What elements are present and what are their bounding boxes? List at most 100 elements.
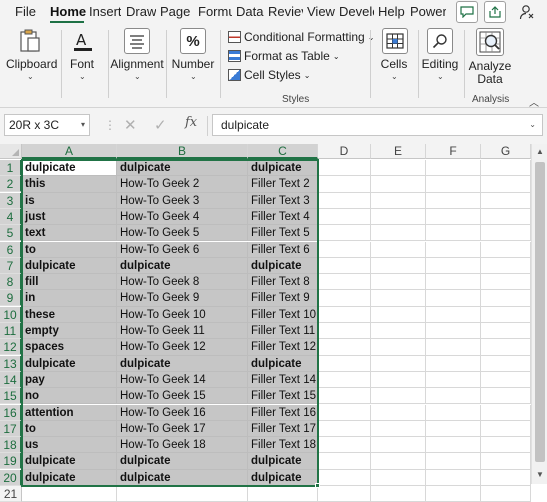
cell-a13[interactable]: dulpicate bbox=[22, 355, 117, 372]
cell-c2[interactable]: Filler Text 2 bbox=[248, 176, 318, 193]
chevron-down-icon[interactable]: ⌄ bbox=[190, 72, 197, 81]
cell-f14[interactable] bbox=[426, 371, 481, 389]
row-header[interactable]: 1 bbox=[0, 160, 22, 176]
cell-f8[interactable] bbox=[426, 274, 481, 291]
cell-f6[interactable] bbox=[426, 241, 481, 258]
tab-draw[interactable]: Draw bbox=[126, 3, 156, 21]
fill-handle[interactable] bbox=[315, 483, 320, 488]
cell-d8[interactable] bbox=[318, 274, 371, 291]
cell-c12[interactable]: Filler Text 12 bbox=[248, 339, 318, 356]
cell-e13[interactable] bbox=[371, 355, 426, 372]
cell-d20[interactable] bbox=[318, 469, 371, 486]
cell-f19[interactable] bbox=[426, 453, 481, 470]
tab-developer[interactable]: Develc bbox=[339, 3, 374, 21]
percent-icon[interactable]: % bbox=[180, 28, 206, 54]
cell-g5[interactable] bbox=[481, 225, 531, 242]
column-header-f[interactable]: F bbox=[426, 144, 481, 159]
row-header[interactable]: 9 bbox=[0, 290, 22, 307]
cell-e11[interactable] bbox=[371, 323, 426, 340]
analyze-data-icon[interactable] bbox=[476, 28, 504, 56]
cell-b15[interactable]: How-To Geek 15 bbox=[117, 388, 248, 405]
row-header[interactable]: 14 bbox=[0, 371, 22, 388]
cell-f16[interactable] bbox=[426, 404, 481, 421]
cell-e2[interactable] bbox=[371, 176, 426, 193]
cell-f20[interactable] bbox=[426, 469, 481, 486]
cell-b3[interactable]: How-To Geek 3 bbox=[117, 192, 248, 209]
row-header[interactable]: 7 bbox=[0, 257, 22, 274]
cell-f1[interactable] bbox=[426, 160, 481, 177]
cell-e19[interactable] bbox=[371, 453, 426, 470]
tab-file[interactable]: File bbox=[15, 3, 41, 21]
number-button[interactable]: Number bbox=[167, 57, 219, 71]
tab-data[interactable]: Data bbox=[236, 3, 264, 21]
cell-c17[interactable]: Filler Text 17 bbox=[248, 420, 318, 438]
cell-a11[interactable]: empty bbox=[22, 323, 117, 340]
cell-d14[interactable] bbox=[318, 371, 371, 389]
cell-d5[interactable] bbox=[318, 225, 371, 242]
cell-c13[interactable]: dulpicate bbox=[248, 355, 318, 372]
cell-b14[interactable]: How-To Geek 14 bbox=[117, 371, 248, 389]
cell-e6[interactable] bbox=[371, 241, 426, 258]
cell-a12[interactable]: spaces bbox=[22, 339, 117, 356]
cell-f11[interactable] bbox=[426, 323, 481, 340]
cell-b4[interactable]: How-To Geek 4 bbox=[117, 208, 248, 226]
cell-g2[interactable] bbox=[481, 176, 531, 193]
cell-e17[interactable] bbox=[371, 420, 426, 438]
vertical-scrollbar[interactable]: ▲ ▼ bbox=[531, 144, 547, 484]
cell-b11[interactable]: How-To Geek 11 bbox=[117, 323, 248, 340]
formula-input[interactable]: dulpicate ⌄ bbox=[212, 114, 543, 136]
cell-f7[interactable] bbox=[426, 257, 481, 275]
tab-power[interactable]: Power bbox=[410, 3, 446, 21]
cell-b16[interactable]: How-To Geek 16 bbox=[117, 404, 248, 421]
cell-g18[interactable] bbox=[481, 437, 531, 454]
cell-c10[interactable]: Filler Text 10 bbox=[248, 306, 318, 323]
cell-g17[interactable] bbox=[481, 420, 531, 438]
row-header[interactable]: 12 bbox=[0, 339, 22, 356]
cell-e9[interactable] bbox=[371, 290, 426, 307]
chevron-down-icon[interactable]: ⌄ bbox=[79, 72, 86, 81]
cell-g9[interactable] bbox=[481, 290, 531, 307]
cell-b6[interactable]: How-To Geek 6 bbox=[117, 241, 248, 258]
cell-e12[interactable] bbox=[371, 339, 426, 356]
cell-g3[interactable] bbox=[481, 192, 531, 209]
name-box[interactable]: 20R x 3C ▾ bbox=[4, 114, 90, 136]
format-as-table-button[interactable]: Format as Table ⌄ bbox=[228, 47, 340, 65]
chevron-down-icon[interactable]: ▾ bbox=[81, 115, 85, 135]
column-header-g[interactable]: G bbox=[481, 144, 531, 159]
cell-c19[interactable]: dulpicate bbox=[248, 453, 318, 470]
cell-d1[interactable] bbox=[318, 160, 371, 177]
chevron-down-icon[interactable]: ⌄ bbox=[391, 72, 398, 81]
cell-g15[interactable] bbox=[481, 388, 531, 405]
cell-e14[interactable] bbox=[371, 371, 426, 389]
cell-e18[interactable] bbox=[371, 437, 426, 454]
cell-g7[interactable] bbox=[481, 257, 531, 275]
cell-c18[interactable]: Filler Text 18 bbox=[248, 437, 318, 454]
cell-d9[interactable] bbox=[318, 290, 371, 307]
row-header[interactable]: 8 bbox=[0, 274, 22, 291]
cell-a4[interactable]: just bbox=[22, 208, 117, 226]
alignment-button[interactable]: Alignment bbox=[109, 57, 165, 71]
cell-f17[interactable] bbox=[426, 420, 481, 438]
cell-a9[interactable]: in bbox=[22, 290, 117, 307]
cell-b9[interactable]: How-To Geek 9 bbox=[117, 290, 248, 307]
cell-c6[interactable]: Filler Text 6 bbox=[248, 241, 318, 258]
row-header[interactable]: 5 bbox=[0, 225, 22, 242]
cell-b8[interactable]: How-To Geek 8 bbox=[117, 274, 248, 291]
cell-e4[interactable] bbox=[371, 208, 426, 226]
cell-c9[interactable]: Filler Text 9 bbox=[248, 290, 318, 307]
cell-b7[interactable]: dulpicate bbox=[117, 257, 248, 275]
cell-a6[interactable]: to bbox=[22, 241, 117, 258]
chevron-down-icon[interactable]: ⌄ bbox=[27, 72, 34, 81]
row-header[interactable]: 15 bbox=[0, 388, 22, 405]
cell-a17[interactable]: to bbox=[22, 420, 117, 438]
cell-b5[interactable]: How-To Geek 5 bbox=[117, 225, 248, 242]
cell-c15[interactable]: Filler Text 15 bbox=[248, 388, 318, 405]
cell-g4[interactable] bbox=[481, 208, 531, 226]
worksheet-grid[interactable]: A B C D E F G 1 dulpicate dulpicate dulpicate 2 this… bbox=[0, 144, 547, 502]
cell-a3[interactable]: is bbox=[22, 192, 117, 209]
cells-icon[interactable] bbox=[382, 28, 408, 54]
scrollbar-thumb[interactable] bbox=[535, 162, 545, 462]
user-icon[interactable] bbox=[516, 1, 538, 23]
cell-b18[interactable]: How-To Geek 18 bbox=[117, 437, 248, 454]
cell-g16[interactable] bbox=[481, 404, 531, 421]
